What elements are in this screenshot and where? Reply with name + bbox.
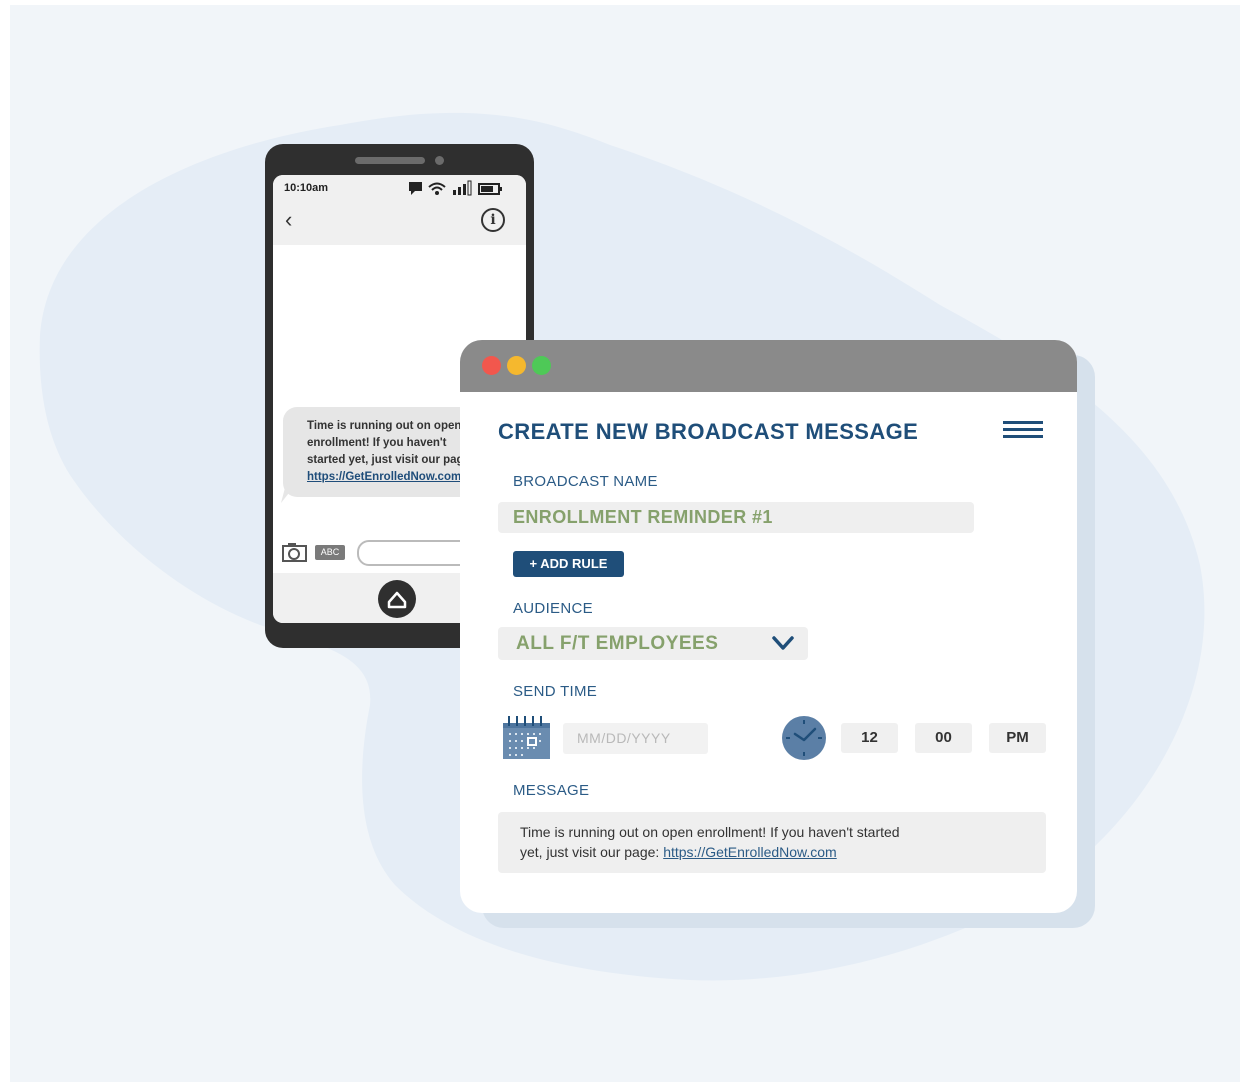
camera-icon[interactable] bbox=[282, 542, 308, 562]
message-line: Time is running out on open enrollment! … bbox=[520, 824, 900, 840]
date-placeholder: MM/DD/YYYY bbox=[577, 730, 671, 746]
date-input[interactable]: MM/DD/YYYY bbox=[563, 723, 708, 754]
chevron-down-icon bbox=[772, 636, 794, 650]
keyboard-abc-icon[interactable]: ABC bbox=[315, 545, 345, 560]
audience-select[interactable]: ALL F/T EMPLOYEES bbox=[498, 627, 808, 660]
info-icon[interactable]: i bbox=[481, 208, 505, 232]
clock-icon[interactable] bbox=[781, 715, 827, 761]
audience-value: ALL F/T EMPLOYEES bbox=[516, 633, 719, 654]
minute-input[interactable]: 00 bbox=[915, 723, 972, 753]
wifi-icon bbox=[428, 182, 446, 191]
broadcast-window: CREATE NEW BROADCAST MESSAGE BROADCAST N… bbox=[460, 340, 1077, 913]
window-titlebar bbox=[460, 340, 1077, 392]
close-window-dot[interactable] bbox=[482, 356, 501, 375]
send-time-label: SEND TIME bbox=[513, 683, 598, 700]
maximize-window-dot[interactable] bbox=[532, 356, 551, 375]
phone-header: 10:10am ‹ i bbox=[273, 175, 526, 245]
ampm-select[interactable]: PM bbox=[989, 723, 1046, 753]
broadcast-name-input[interactable]: ENROLLMENT REMINDER #1 bbox=[498, 502, 974, 533]
calendar-icon[interactable] bbox=[502, 714, 552, 760]
add-rule-button[interactable]: + ADD RULE bbox=[513, 551, 624, 577]
home-button[interactable] bbox=[378, 580, 416, 618]
message-icon bbox=[409, 182, 422, 195]
message-line-prefix: yet, just visit our page: bbox=[520, 844, 664, 860]
back-chevron-icon[interactable]: ‹ bbox=[285, 207, 292, 233]
phone-front-camera bbox=[435, 156, 444, 165]
broadcast-name-label: BROADCAST NAME bbox=[513, 473, 658, 490]
signal-icon bbox=[453, 180, 472, 196]
message-textarea[interactable]: Time is running out on open enrollment! … bbox=[498, 812, 1046, 873]
minimize-window-dot[interactable] bbox=[507, 356, 526, 375]
status-time: 10:10am bbox=[284, 182, 329, 194]
hamburger-menu-icon[interactable] bbox=[1003, 421, 1043, 441]
broadcast-name-value: ENROLLMENT REMINDER #1 bbox=[513, 507, 773, 527]
message-line: yet, just visit our page: https://GetEnr… bbox=[520, 842, 1046, 862]
status-icons bbox=[409, 180, 502, 196]
battery-icon bbox=[478, 183, 502, 195]
message-link[interactable]: https://GetEnrolledNow.com bbox=[663, 844, 837, 860]
message-label: MESSAGE bbox=[513, 782, 590, 799]
home-icon bbox=[387, 591, 407, 609]
audience-label: AUDIENCE bbox=[513, 600, 593, 617]
page-title: CREATE NEW BROADCAST MESSAGE bbox=[498, 419, 919, 444]
hour-input[interactable]: 12 bbox=[841, 723, 898, 753]
phone-speaker bbox=[355, 157, 425, 164]
